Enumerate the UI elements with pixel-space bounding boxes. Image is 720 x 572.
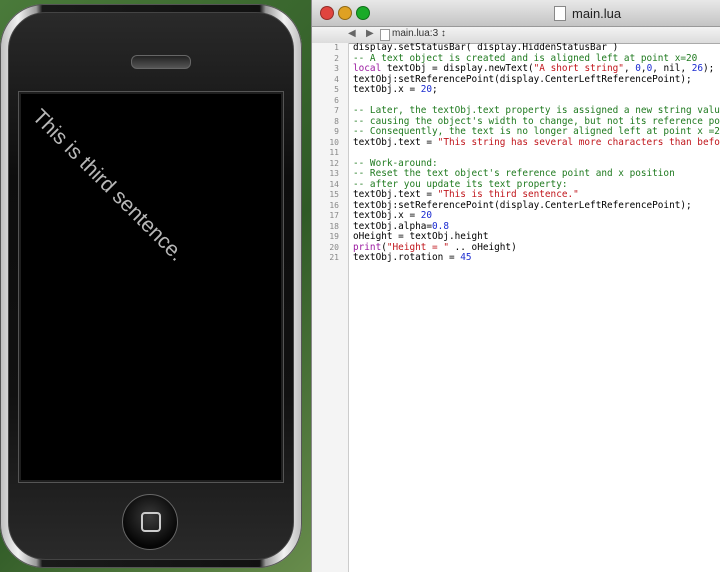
code-token: 26 [691, 63, 704, 74]
code-line[interactable]: textObj.text = "This string has several … [353, 136, 720, 149]
code-editor-window: main.lua ◀ ▶ main.lua:3 ↕ 1 2 3 4 5 6 7 8 9 10 11 1… [311, 0, 720, 572]
line-number: 9 [334, 127, 339, 136]
rotated-text-object: This is third sentence. [27, 105, 189, 266]
code-token: ; [432, 84, 438, 95]
code-token: textObj.x = [353, 210, 421, 221]
code-token: display.setStatusBar( display.HiddenStat… [353, 43, 619, 53]
line-number: 8 [334, 116, 339, 126]
code-token: "This string has several more characters… [437, 136, 720, 148]
line-number: 21 [329, 253, 339, 262]
code-token: -- Consequently, the text is no longer a… [353, 126, 720, 137]
speaker-grille [131, 55, 191, 69]
line-number: 16 [329, 200, 339, 210]
line-number: 13 [329, 169, 339, 178]
code-token: ); [703, 63, 715, 74]
line-number: 11 [329, 148, 339, 157]
line-number: 19 [329, 232, 339, 241]
document-icon [554, 6, 566, 21]
code-token: "A short string" [533, 63, 624, 74]
code-token: 20 [420, 210, 433, 221]
code-token: 0.8 [432, 220, 449, 232]
line-number: 20 [329, 242, 339, 252]
code-area[interactable]: 1 2 3 4 5 6 7 8 9 10 11 12 13 14 15 16 17 18 19 20 21 displa… [312, 43, 720, 572]
line-number: 1 [334, 43, 339, 52]
code-token: textObj.x = [353, 84, 421, 95]
line-number: 17 [329, 211, 339, 220]
navigation-bar: ◀ ▶ main.lua:3 ↕ [312, 27, 720, 44]
forward-arrow-icon[interactable]: ▶ [366, 28, 374, 39]
code-token: textObj.rotation = [353, 252, 461, 263]
code-token: textObj = display.newText( [381, 63, 534, 74]
line-number-gutter: 1 2 3 4 5 6 7 8 9 10 11 12 13 14 15 16 17 18 19 20 21 [312, 43, 349, 572]
window-title: main.lua [572, 6, 622, 21]
file-location-popup[interactable]: main.lua:3 ↕ [392, 28, 446, 39]
iphone-simulator: This is third sentence. [0, 4, 302, 568]
code-token: textObj:setReferencePoint(display.Center… [353, 73, 692, 85]
code-token: textObj:setReferencePoint(display.Center… [353, 199, 692, 211]
line-number: 4 [334, 74, 339, 84]
code-token: -- Reset the text object's reference poi… [353, 168, 675, 179]
line-number: 14 [329, 179, 339, 189]
line-number: 10 [329, 137, 339, 147]
code-token: , nil, [652, 63, 692, 74]
code-token: textObj.text = [353, 189, 438, 200]
code-token: local [353, 63, 382, 74]
file-icon [380, 29, 390, 41]
code-token: , [623, 63, 636, 74]
code-token: -- Work-around: [353, 157, 438, 169]
window-titlebar[interactable]: main.lua [312, 0, 720, 27]
code-token: 20 [420, 84, 433, 95]
back-arrow-icon[interactable]: ◀ [348, 28, 356, 39]
code-token: textObj.text = [353, 136, 438, 148]
line-number: 6 [334, 95, 339, 105]
close-window-button[interactable] [320, 6, 334, 20]
code-token: .. oHeight) [448, 241, 517, 253]
code-token: oHeight = textObj.height [353, 231, 489, 242]
home-button[interactable] [122, 494, 178, 550]
code-line[interactable]: textObj.x = 20; [353, 84, 720, 96]
minimize-window-button[interactable] [338, 6, 352, 20]
code-token: "Height = " [386, 241, 449, 253]
simulator-screen[interactable]: This is third sentence. [21, 94, 281, 480]
line-number: 2 [334, 53, 339, 63]
line-number: 15 [329, 190, 339, 199]
code-text[interactable]: display.setStatusBar( display.HiddenStat… [353, 43, 720, 264]
zoom-window-button[interactable] [356, 6, 370, 20]
code-token: -- A text object is created and is align… [353, 52, 698, 64]
line-number: 7 [334, 106, 339, 115]
screen-frame: This is third sentence. [18, 91, 284, 483]
home-button-icon [141, 512, 161, 532]
code-token: -- Later, the textObj.text property is a… [353, 105, 720, 116]
code-token: -- causing the object's width to change,… [353, 115, 720, 127]
code-token: print [353, 241, 382, 253]
line-number: 3 [334, 64, 339, 73]
code-token: "This is third sentence." [437, 189, 579, 200]
line-number: 18 [329, 221, 339, 231]
code-token: 45 [460, 252, 472, 263]
code-token: textObj.alpha= [353, 220, 433, 232]
line-number: 5 [334, 85, 339, 94]
line-number: 12 [329, 158, 339, 168]
code-line[interactable]: textObj.rotation = 45 [353, 252, 720, 264]
code-token: -- after you update its text property: [353, 178, 568, 190]
